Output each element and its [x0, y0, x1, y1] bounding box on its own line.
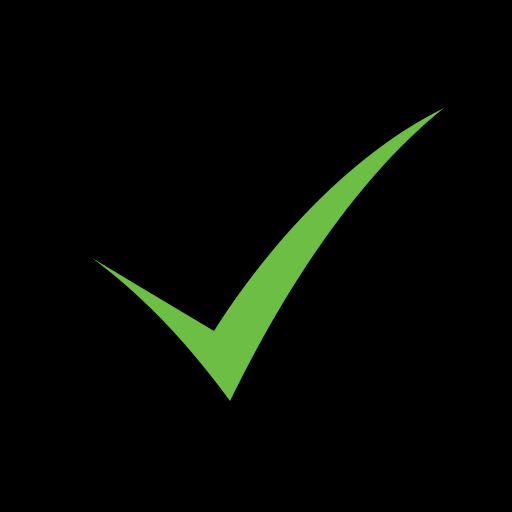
- checkmark-canvas: [0, 0, 512, 512]
- checkmark-icon: [92, 108, 444, 401]
- checkmark-shape: [92, 108, 444, 401]
